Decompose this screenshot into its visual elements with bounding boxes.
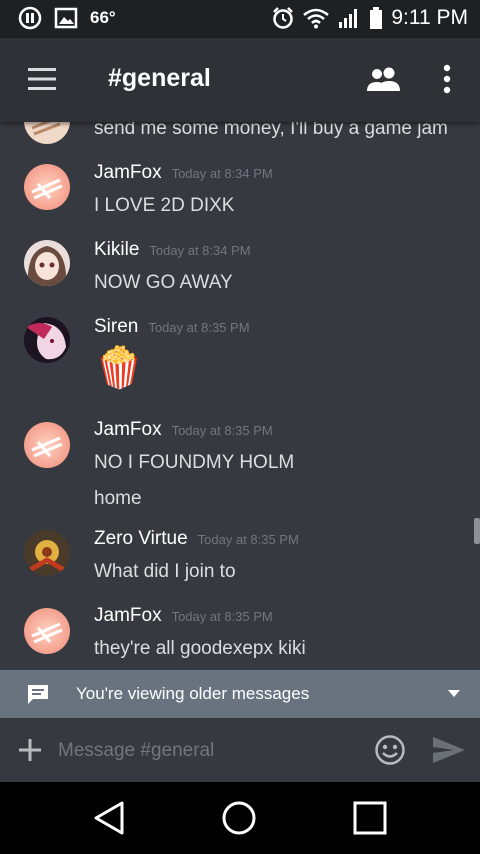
author-name[interactable]: JamFox bbox=[94, 162, 162, 183]
popcorn-emoji: 🍿 bbox=[94, 346, 144, 390]
plus-icon[interactable] bbox=[18, 738, 42, 762]
signal-icon bbox=[339, 9, 358, 28]
author-name[interactable]: Siren bbox=[94, 316, 138, 337]
message-author[interactable]: JamFox Today at 8:35 PM bbox=[94, 419, 273, 441]
message-list[interactable]: send me some money, I'll buy a game jam … bbox=[0, 122, 480, 670]
message-author[interactable]: JamFox Today at 8:34 PM bbox=[94, 162, 273, 184]
message-text: send me some money, I'll buy a game jam bbox=[94, 122, 448, 139]
avatar[interactable] bbox=[24, 122, 70, 144]
message-text: they're all goodexepx kiki bbox=[94, 638, 306, 659]
avatar[interactable] bbox=[24, 530, 70, 576]
send-icon[interactable] bbox=[432, 736, 466, 764]
people-icon[interactable] bbox=[366, 66, 402, 92]
scrollbar-thumb[interactable] bbox=[474, 518, 480, 544]
avatar[interactable] bbox=[24, 608, 70, 654]
author-name[interactable]: JamFox bbox=[94, 419, 162, 440]
message-author[interactable]: JamFox Today at 8:35 PM bbox=[94, 605, 273, 627]
author-name[interactable]: Kikile bbox=[94, 239, 139, 260]
avatar[interactable] bbox=[24, 422, 70, 468]
channel-title: #general bbox=[108, 64, 211, 92]
hamburger-icon[interactable] bbox=[26, 66, 58, 92]
temperature: 66° bbox=[90, 8, 116, 27]
clock: 9:11 PM bbox=[391, 6, 468, 29]
message-author[interactable]: Kikile Today at 8:34 PM bbox=[94, 239, 251, 261]
message-text: I LOVE 2D DIXK bbox=[94, 195, 235, 216]
app-bar: #general bbox=[0, 38, 480, 122]
older-messages-text: You're viewing older messages bbox=[76, 684, 310, 703]
alarm-icon bbox=[273, 7, 294, 29]
message-text: NO I FOUNDMY HOLM bbox=[94, 452, 295, 473]
chat-icon bbox=[28, 685, 48, 704]
message-input[interactable] bbox=[56, 732, 360, 770]
older-messages-banner[interactable]: You're viewing older messages bbox=[0, 670, 480, 718]
image-icon bbox=[54, 7, 78, 29]
smiley-icon[interactable] bbox=[374, 734, 406, 766]
message-text: What did I join to bbox=[94, 561, 236, 582]
battery-icon bbox=[370, 7, 383, 29]
pause-icon bbox=[18, 6, 42, 30]
author-name[interactable]: JamFox bbox=[94, 605, 162, 626]
wifi-icon bbox=[303, 8, 330, 29]
message-timestamp: Today at 8:34 PM bbox=[149, 243, 251, 258]
system-nav-bar bbox=[0, 782, 480, 854]
message-timestamp: Today at 8:35 PM bbox=[148, 320, 250, 335]
message-timestamp: Today at 8:35 PM bbox=[197, 532, 299, 547]
avatar[interactable] bbox=[24, 164, 70, 210]
message-timestamp: Today at 8:34 PM bbox=[171, 166, 273, 181]
message-author[interactable]: Siren Today at 8:35 PM bbox=[94, 316, 250, 338]
message-composer bbox=[0, 718, 480, 782]
recents-square-icon[interactable] bbox=[353, 800, 387, 836]
avatar[interactable] bbox=[24, 240, 70, 286]
home-circle-icon[interactable] bbox=[221, 800, 257, 836]
message-text: NOW GO AWAY bbox=[94, 272, 233, 293]
message-timestamp: Today at 8:35 PM bbox=[171, 423, 273, 438]
author-name[interactable]: Zero Virtue bbox=[94, 528, 188, 549]
status-bar: 66° 9:11 PM bbox=[0, 0, 480, 38]
chevron-down-icon[interactable] bbox=[448, 690, 460, 698]
message-author[interactable]: Zero Virtue Today at 8:35 PM bbox=[94, 528, 299, 550]
avatar[interactable] bbox=[24, 317, 70, 363]
back-triangle-icon[interactable] bbox=[92, 800, 126, 836]
message-timestamp: Today at 8:35 PM bbox=[171, 609, 273, 624]
message-text: home bbox=[94, 488, 142, 509]
more-vert-icon[interactable] bbox=[440, 64, 454, 94]
